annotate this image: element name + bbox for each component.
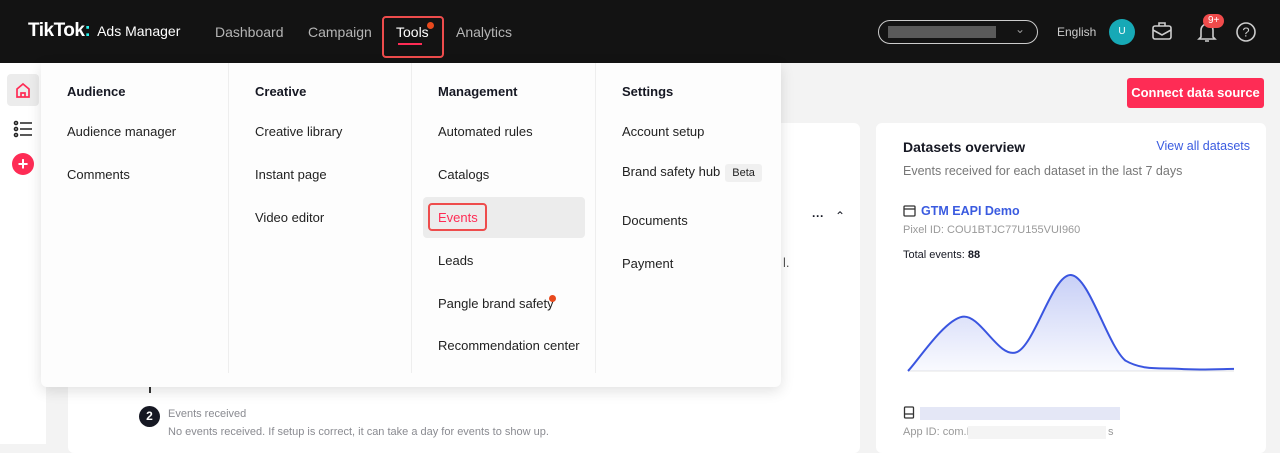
menu-item-creative-library[interactable]: Creative library: [255, 124, 342, 139]
app-id-prefix: App ID: com.H: [903, 426, 975, 438]
menu-heading-creative: Creative: [255, 84, 307, 99]
menu-item-payment[interactable]: Payment: [622, 256, 673, 271]
nav-campaign[interactable]: Campaign: [308, 24, 372, 40]
menu-heading-audience: Audience: [67, 84, 126, 99]
list-icon[interactable]: [13, 120, 33, 138]
card-subtitle: Events received for each dataset in the …: [903, 164, 1183, 178]
svg-text:?: ?: [1242, 25, 1249, 40]
card-title: Datasets overview: [903, 139, 1026, 155]
account-selector[interactable]: ⌄: [878, 20, 1038, 44]
menu-column-audience: Audience Audience manager Comments: [41, 63, 228, 373]
menu-item-events[interactable]: Events: [438, 210, 478, 225]
tools-dropdown-menu: Audience Audience manager Comments Creat…: [41, 63, 781, 387]
new-dot: [549, 295, 556, 302]
menu-item-instant-page[interactable]: Instant page: [255, 167, 327, 182]
nav-analytics[interactable]: Analytics: [456, 24, 512, 40]
menu-item-audience-manager[interactable]: Audience manager: [67, 124, 176, 139]
app-id-suffix: s: [1108, 426, 1114, 438]
beta-badge: Beta: [725, 164, 762, 182]
menu-item-video-editor[interactable]: Video editor: [255, 210, 324, 225]
menu-item-brand-safety-hub: Brand safety hub Beta: [622, 164, 762, 182]
pixel-id: Pixel ID: COU1BTJC77U155VUI960: [903, 224, 1081, 236]
step-description: No events received. If setup is correct,…: [168, 426, 549, 438]
menu-heading-management: Management: [438, 84, 518, 99]
help-icon[interactable]: ?: [1235, 21, 1257, 43]
top-header: TikTok: Ads Manager Dashboard Campaign T…: [0, 0, 1280, 63]
menu-item-account-setup[interactable]: Account setup: [622, 124, 704, 139]
create-plus-button[interactable]: +: [12, 153, 34, 175]
avatar[interactable]: U: [1109, 19, 1135, 45]
view-all-datasets-link[interactable]: View all datasets: [1156, 139, 1250, 153]
connect-data-source-button[interactable]: Connect data source: [1127, 78, 1264, 108]
menu-column-creative: Creative Creative library Instant page V…: [228, 63, 411, 373]
menu-item-automated-rules[interactable]: Automated rules: [438, 124, 533, 139]
home-icon: [16, 82, 30, 98]
chart-area: [908, 274, 1234, 371]
app-icon: [903, 406, 915, 419]
total-events-value: 88: [967, 249, 981, 261]
dataset-name-link[interactable]: GTM EAPI Demo: [921, 204, 1020, 218]
menu-item-recommendation-center[interactable]: Recommendation center: [438, 338, 580, 353]
redacted-app-name: [920, 407, 1120, 420]
datasets-overview-card: Datasets overview View all datasets Even…: [876, 123, 1266, 453]
menu-item-documents[interactable]: Documents: [622, 213, 688, 228]
redacted-app-id: [968, 426, 1106, 439]
step-title: Events received: [168, 408, 247, 420]
brand-safety-hub-label[interactable]: Brand safety hub: [622, 164, 720, 179]
web-pixel-icon: [903, 205, 916, 217]
total-events-label: Total events:: [903, 249, 965, 261]
total-events: Total events: 88: [903, 249, 980, 261]
more-options-icon[interactable]: ···: [812, 209, 824, 223]
chevron-down-icon: ⌄: [1015, 22, 1026, 36]
notification-badge: 9+: [1203, 14, 1225, 28]
sidebar-home[interactable]: [7, 74, 39, 106]
left-sidebar: [0, 63, 46, 444]
collapse-chevron-icon[interactable]: ⌃: [835, 209, 845, 223]
menu-item-catalogs[interactable]: Catalogs: [438, 167, 489, 182]
obscured-text: l.: [783, 255, 790, 270]
nav-dashboard[interactable]: Dashboard: [215, 24, 284, 40]
step-number: 2: [139, 406, 160, 427]
menu-item-leads[interactable]: Leads: [438, 253, 473, 268]
menu-heading-settings: Settings: [622, 84, 674, 99]
menu-item-pangle-brand-safety[interactable]: Pangle brand safety: [438, 296, 554, 311]
redacted-account-name: [888, 26, 996, 38]
tiktok-ads-logo[interactable]: TikTok: Ads Manager: [28, 20, 180, 42]
briefcase-icon[interactable]: [1151, 20, 1173, 42]
menu-item-comments[interactable]: Comments: [67, 167, 130, 182]
menu-column-settings: Settings Account setup Brand safety hub B…: [595, 63, 781, 373]
menu-column-management: Management Automated rules Catalogs Even…: [411, 63, 595, 373]
events-sparkline: [907, 273, 1235, 372]
tools-highlight-box: [382, 16, 444, 58]
language-selector[interactable]: English: [1057, 25, 1096, 39]
